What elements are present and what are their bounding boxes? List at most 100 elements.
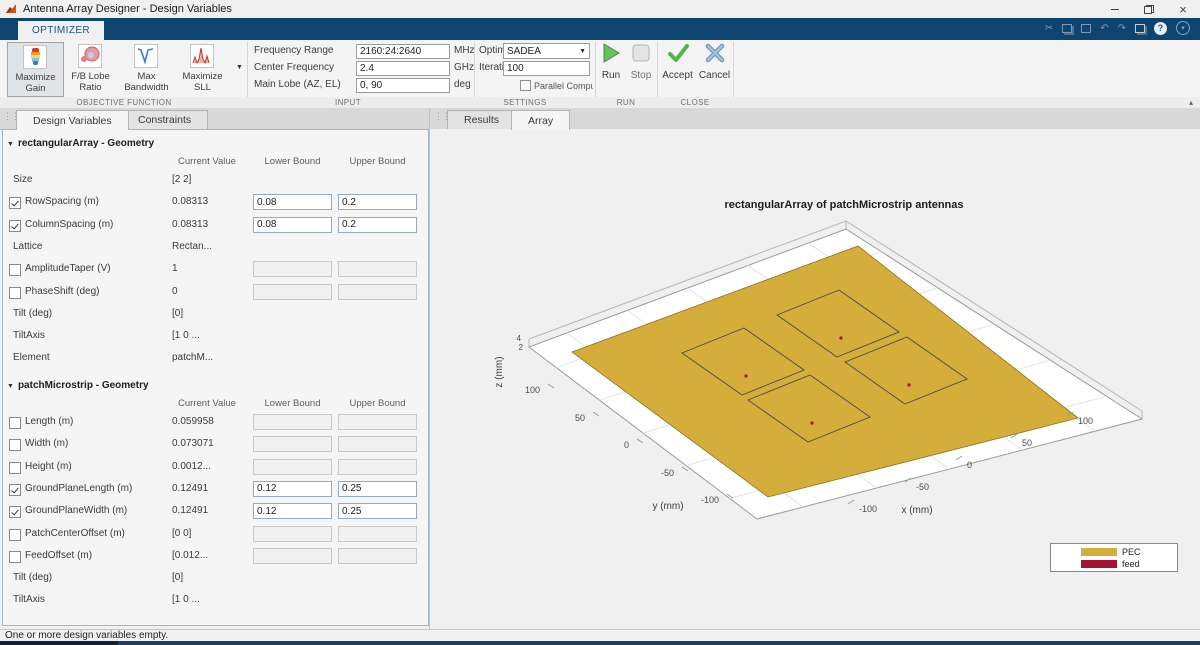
minimize-button[interactable] <box>1098 0 1132 18</box>
optimizer-dropdown[interactable]: SADEA ▼ <box>503 43 590 59</box>
close-button[interactable]: × <box>1166 0 1200 18</box>
section-header[interactable]: ▼patchMicrostrip - Geometry <box>7 380 149 391</box>
upper-bound-input[interactable] <box>338 194 417 210</box>
legend-label: feed <box>1122 559 1140 569</box>
variable-label: Element <box>13 352 50 363</box>
cut-icon[interactable]: ✂ <box>1045 23 1053 34</box>
variable-label: Lattice <box>13 241 42 252</box>
frequency-range-input[interactable] <box>356 44 450 59</box>
variable-label: AmplitudeTaper (V) <box>25 263 111 274</box>
lower-bound-input[interactable] <box>253 481 332 497</box>
cancel-label: Cancel <box>697 70 732 81</box>
stop-label: Stop <box>627 70 655 81</box>
legend-label: PEC <box>1122 547 1141 557</box>
stop-button[interactable]: Stop <box>627 42 655 81</box>
lower-bound-input[interactable] <box>253 194 332 210</box>
maximize-sll-button[interactable]: Maximize SLL <box>175 42 230 95</box>
x-tick-label: 50 <box>1022 438 1032 448</box>
column-header: Upper Bound <box>338 156 417 167</box>
y-tick-label: -50 <box>661 468 674 478</box>
bandwidth-curve-icon <box>134 44 158 68</box>
current-value: 0.08313 <box>172 196 208 207</box>
legend-item: PEC <box>1051 546 1177 558</box>
parallel-computing-checkbox[interactable] <box>520 80 531 91</box>
y-tick-label: -100 <box>701 495 719 505</box>
window-layout-icon[interactable] <box>1135 24 1145 33</box>
lower-bound-input <box>253 261 332 277</box>
fb-lobe-ratio-button[interactable]: F/B Lobe Ratio <box>63 42 118 95</box>
current-value: [0 0] <box>172 528 191 539</box>
current-value: 0.12491 <box>172 505 208 516</box>
current-value: 1 <box>172 263 178 274</box>
variable-label: GroundPlaneLength (m) <box>25 483 132 494</box>
current-value: [1 0 ... <box>172 594 200 605</box>
paste-icon[interactable] <box>1081 24 1091 33</box>
variable-checkbox[interactable] <box>9 417 21 429</box>
redo-icon[interactable]: ↷ <box>1118 23 1126 34</box>
upper-bound-input <box>338 414 417 430</box>
variable-label: Height (m) <box>25 461 72 472</box>
lower-bound-input[interactable] <box>253 217 332 233</box>
main-lobe-input[interactable] <box>356 78 450 93</box>
upper-bound-input[interactable] <box>338 217 417 233</box>
toolstrip-tab-bar: OPTIMIZER ✂ ↶ ↷ ? ▾ <box>0 18 1200 40</box>
legend-swatch-PEC <box>1081 548 1117 556</box>
variable-checkbox[interactable] <box>9 439 21 451</box>
run-section-label: RUN <box>596 98 656 107</box>
undo-icon[interactable]: ↶ <box>1100 23 1108 34</box>
objective-gallery-dropdown[interactable]: ▼ <box>233 60 246 75</box>
run-button[interactable]: Run <box>597 42 625 81</box>
objective-section-label: OBJECTIVE FUNCTION <box>24 98 224 107</box>
feed-point <box>744 374 747 377</box>
variable-checkbox[interactable] <box>9 287 21 299</box>
variable-label: GroundPlaneWidth (m) <box>25 505 127 516</box>
help-icon[interactable]: ? <box>1154 22 1167 35</box>
lower-bound-input <box>253 414 332 430</box>
section-title: patchMicrostrip - Geometry <box>18 380 149 391</box>
upper-bound-input[interactable] <box>338 481 417 497</box>
variable-label: Width (m) <box>25 438 68 449</box>
frequency-range-label: Frequency Range <box>254 45 334 56</box>
upper-bound-input[interactable] <box>338 503 417 519</box>
tab-results[interactable]: Results <box>447 110 516 129</box>
variable-checkbox[interactable] <box>9 551 21 563</box>
array-view-panel: rectangularArray of patchMicrostrip ante… <box>430 129 1200 629</box>
legend-swatch-feed <box>1081 560 1117 568</box>
collapse-ribbon-icon[interactable]: ▴ <box>1189 98 1193 107</box>
lower-bound-input[interactable] <box>253 503 332 519</box>
profile-icon[interactable]: ▾ <box>1176 21 1190 35</box>
main-lobe-label: Main Lobe (AZ, EL) <box>254 79 341 90</box>
variable-checkbox[interactable] <box>9 220 21 232</box>
optimizer-value: SADEA <box>507 46 541 57</box>
upper-bound-input <box>338 548 417 564</box>
tab-constraints[interactable]: Constraints <box>121 110 208 129</box>
accept-button[interactable]: Accept <box>660 42 695 81</box>
variable-checkbox[interactable] <box>9 197 21 209</box>
variable-checkbox[interactable] <box>9 484 21 496</box>
close-section-label: CLOSE <box>660 98 730 107</box>
variable-checkbox[interactable] <box>9 462 21 474</box>
variable-checkbox[interactable] <box>9 264 21 276</box>
variable-label: ColumnSpacing (m) <box>25 219 113 230</box>
max-bandwidth-button[interactable]: Max Bandwidth <box>119 42 174 95</box>
center-frequency-input[interactable] <box>356 61 450 76</box>
maximize-gain-button[interactable]: Maximize Gain <box>7 42 64 97</box>
window-bottom-border <box>0 641 1200 645</box>
copy-icon[interactable] <box>1062 24 1072 33</box>
current-value: Rectan... <box>172 241 212 252</box>
z-tick-label: 4 <box>517 334 522 343</box>
restore-button[interactable] <box>1132 0 1166 18</box>
section-header[interactable]: ▼rectangularArray - Geometry <box>7 138 154 149</box>
column-header: Current Value <box>152 398 262 409</box>
tab-optimizer[interactable]: OPTIMIZER <box>18 21 104 40</box>
cancel-button[interactable]: Cancel <box>697 42 732 81</box>
variable-label: Length (m) <box>25 416 73 427</box>
iterations-input[interactable] <box>503 61 590 76</box>
variable-checkbox[interactable] <box>9 506 21 518</box>
button-label: F/B Lobe Ratio <box>63 71 118 93</box>
tab-array[interactable]: Array <box>511 110 570 130</box>
optimizer-ribbon: Maximize Gain F/B Lobe Ratio Max Bandwid… <box>0 40 1200 97</box>
current-value: [0] <box>172 572 183 583</box>
tab-design-variables[interactable]: Design Variables <box>16 110 129 130</box>
variable-checkbox[interactable] <box>9 529 21 541</box>
